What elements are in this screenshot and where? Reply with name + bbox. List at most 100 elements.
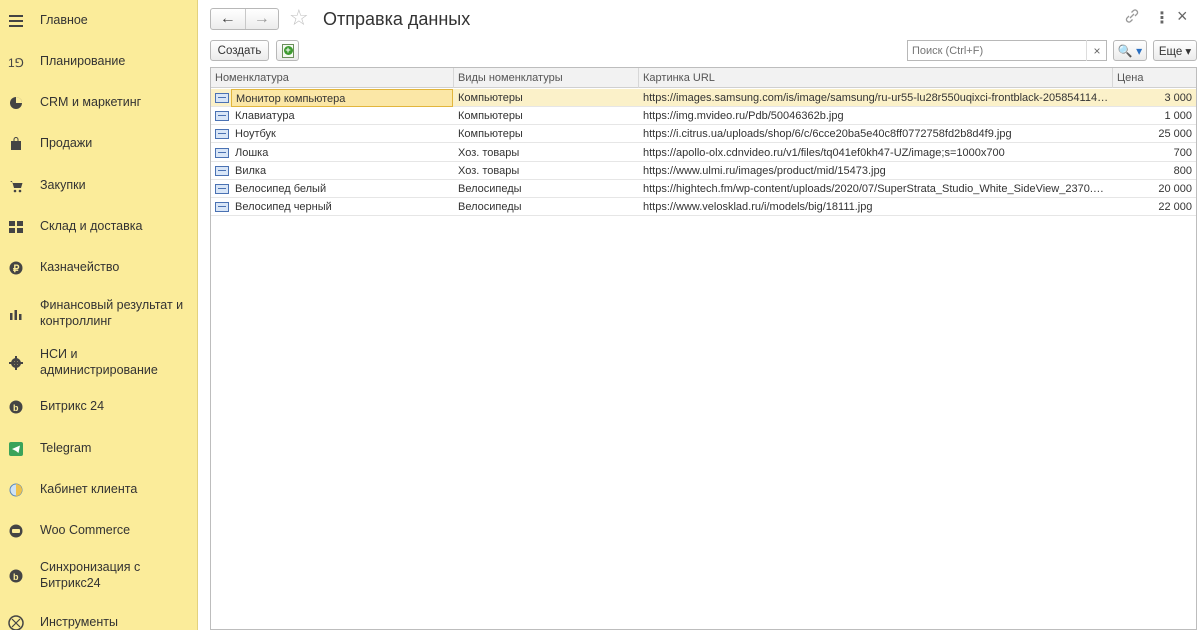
cell-url: https://apollo-olx.cdnvideo.ru/v1/files/…	[643, 146, 1005, 159]
sidebar-item-label: Woo Commerce	[40, 523, 131, 537]
item-catalog-icon	[215, 147, 229, 158]
cell-price: 25 000	[1158, 128, 1192, 141]
cell-price: 22 000	[1158, 201, 1192, 214]
bar-chart-icon	[7, 305, 25, 323]
sidebar-item[interactable]: Telegram	[0, 440, 197, 458]
sidebar-item-label: Финансовый результат и контроллинг	[40, 298, 184, 328]
arrow-right-icon: →	[253, 10, 270, 27]
item-catalog-icon	[215, 165, 229, 176]
cell-kind: Велосипеды	[458, 201, 522, 214]
sidebar-item[interactable]: b Битрикс 24	[0, 398, 197, 416]
sidebar-item-label: Планирование	[40, 54, 126, 68]
sidebar-item[interactable]: Инструменты	[0, 614, 197, 630]
sidebar-item[interactable]: 1⅁ Планирование	[0, 53, 197, 71]
svg-text:₽: ₽	[13, 264, 20, 275]
menu-icon	[7, 12, 25, 30]
item-catalog-icon	[215, 202, 229, 213]
sidebar-item-label: Инструменты	[40, 615, 118, 629]
table-row[interactable]: Велосипед белый Велосипеды https://hightec…	[211, 180, 1196, 198]
cell-url: https://i.citrus.ua/uploads/shop/6/c/6cc…	[643, 128, 1012, 141]
sidebar-item[interactable]: CRM и маркетинг	[0, 94, 197, 112]
cart-icon	[7, 177, 25, 195]
sidebar-item[interactable]: ₽ Казначейство	[0, 259, 197, 277]
item-catalog-icon	[215, 93, 229, 103]
cell-url: https://www.ulmi.ru/images/product/mid/1…	[643, 164, 886, 177]
sidebar-item-label: Битрикс 24	[40, 399, 105, 413]
table-row[interactable]: Лошка Хоз. товары https://apollo-olx.cdnvi…	[211, 144, 1196, 162]
cell-price: 800	[1173, 164, 1192, 177]
sidebar: Главное 1⅁ Планирование CRM и маркетинг Прод…	[0, 0, 198, 630]
cell-name: Монитор компьютера	[231, 89, 453, 107]
favorite-star-icon[interactable]: ☆	[289, 6, 309, 30]
table-row[interactable]: Велосипед черный Велосипеды https://www.ve…	[211, 198, 1196, 217]
sidebar-item-label: Кабинет клиента	[40, 482, 138, 496]
column-header-kind[interactable]: Виды номенклатуры	[454, 68, 639, 88]
cell-name: Вилка	[235, 164, 267, 177]
column-header-name[interactable]: Номенклатура	[211, 68, 454, 88]
svg-text:b: b	[13, 403, 19, 413]
back-button[interactable]: ←	[211, 9, 245, 29]
sidebar-item-label: CRM и маркетинг	[40, 95, 142, 109]
cell-price: 20 000	[1158, 183, 1192, 195]
warehouse-icon	[7, 218, 25, 236]
cell-url: https://images.samsung.com/is/image/sams…	[643, 92, 1113, 104]
cell-price: 700	[1173, 146, 1192, 159]
sidebar-item-label: Синхронизация с Битрикс24	[40, 560, 141, 590]
half-circle-icon	[7, 481, 25, 499]
cell-price: 3 000	[1164, 92, 1192, 104]
sidebar-item[interactable]: Кабинет клиента	[0, 481, 197, 499]
nav-buttons: ← →	[210, 8, 279, 30]
cell-name: Клавиатура	[235, 110, 295, 123]
sidebar-item-label: Казначейство	[40, 260, 120, 274]
sidebar-item[interactable]: Закупки	[0, 177, 197, 195]
arrow-left-icon: ←	[219, 10, 236, 27]
main-area: ← → ☆ Отправка данных ⋮ × Создать × 🔍 ▾ …	[199, 0, 1200, 630]
column-header-price[interactable]: Цена	[1113, 68, 1196, 88]
woo-icon	[7, 522, 25, 540]
forward-button[interactable]: →	[244, 9, 279, 29]
shopping-bag-icon	[7, 135, 25, 153]
sidebar-item-label: Закупки	[40, 178, 86, 192]
cell-url: https://hightech.fm/wp-content/uploads/2…	[643, 183, 1113, 195]
sidebar-item[interactable]: b Синхронизация с Битрикс24	[0, 560, 197, 590]
bitrix-icon: b	[7, 398, 25, 416]
sidebar-item[interactable]: Продажи	[0, 135, 197, 153]
gear-icon	[7, 354, 25, 372]
search-button[interactable]: 🔍 ▾	[1113, 40, 1147, 61]
sidebar-item-label: Telegram	[40, 441, 92, 455]
cell-kind: Велосипеды	[458, 183, 522, 195]
link-icon[interactable]	[1124, 8, 1142, 26]
table-row[interactable]: Монитор компьютера Компьютеры https://imag…	[211, 89, 1196, 107]
sidebar-item[interactable]: Главное	[0, 12, 197, 30]
search-clear-button[interactable]: ×	[1086, 40, 1107, 61]
search-input[interactable]	[907, 40, 1107, 61]
table-row[interactable]: Вилка Хоз. товары https://www.ulmi.ru/imag…	[211, 162, 1196, 180]
sidebar-item-label: Склад и доставка	[40, 219, 143, 233]
item-catalog-icon	[215, 129, 229, 140]
close-icon[interactable]: ×	[1177, 6, 1188, 27]
table-row[interactable]: Ноутбук Компьютеры https://i.citrus.ua/upl…	[211, 125, 1196, 144]
more-actions-icon[interactable]: ⋮	[1154, 8, 1170, 28]
ruble-icon: ₽	[7, 259, 25, 277]
sidebar-item-label: Главное	[40, 13, 88, 27]
sidebar-item[interactable]: Woo Commerce	[0, 522, 197, 540]
sidebar-item[interactable]: Финансовый результат и контроллинг	[0, 298, 197, 328]
cell-url: https://img.mvideo.ru/Pdb/50046362b.jpg	[643, 110, 844, 123]
cell-kind: Компьютеры	[458, 128, 523, 141]
more-button[interactable]: Еще ▾	[1153, 40, 1197, 61]
table-header: Номенклатура Виды номенклатуры Картинка …	[211, 68, 1196, 88]
sync-icon: b	[7, 567, 25, 585]
create-button[interactable]: Создать	[210, 40, 269, 61]
sidebar-item[interactable]: НСИ и администрирование	[0, 347, 197, 377]
column-header-url[interactable]: Картинка URL	[639, 68, 1113, 88]
add-copy-button[interactable]	[276, 40, 299, 61]
cell-name: Лошка	[235, 146, 269, 159]
table-row[interactable]: Клавиатура Компьютеры https://img.mvideo.r…	[211, 107, 1196, 126]
sidebar-item-label: НСИ и администрирование	[40, 347, 158, 377]
svg-text:1⅁: 1⅁	[8, 56, 24, 69]
pie-chart-icon	[7, 94, 25, 112]
sidebar-item[interactable]: Склад и доставка	[0, 218, 197, 236]
cell-url: https://www.velosklad.ru/i/models/big/18…	[643, 201, 873, 214]
item-catalog-icon	[215, 184, 229, 194]
telegram-icon	[7, 440, 25, 458]
